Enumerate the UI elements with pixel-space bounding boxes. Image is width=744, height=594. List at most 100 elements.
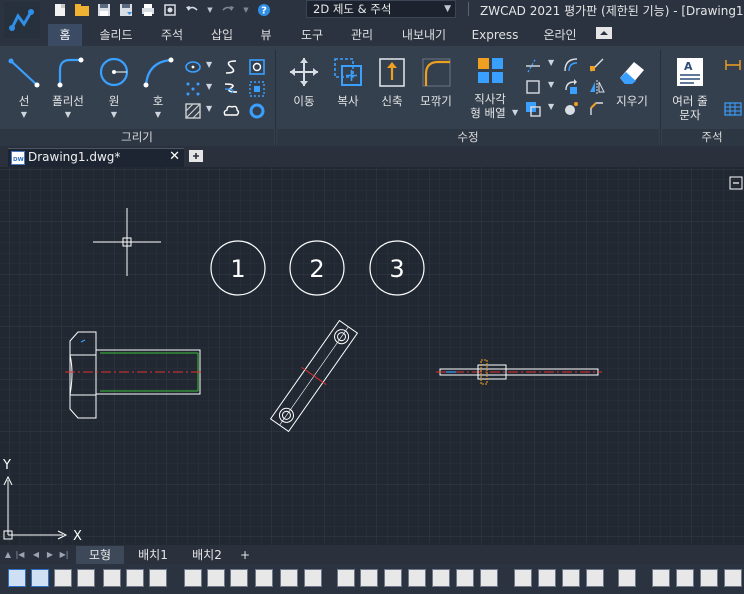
next-tab-icon[interactable]: ▶ [44,549,56,561]
scroll-up-icon[interactable]: ▲ [2,549,14,561]
new-tab-icon[interactable] [188,149,204,163]
osnap-node-icon[interactable] [255,569,273,587]
save-icon[interactable] [96,2,112,18]
polar-tracking-icon[interactable] [77,569,95,587]
helix-icon[interactable] [222,80,240,98]
move-button[interactable]: 이동 [282,52,326,124]
drawing-canvas[interactable]: 1 2 3 Y X [0,167,744,545]
chevron-down-icon[interactable]: ▼ [206,60,212,69]
mtext-button[interactable]: A 여러 줄 문자 [668,52,712,124]
dynamic-input-icon[interactable] [586,569,604,587]
table-icon[interactable] [724,100,742,118]
chevron-down-icon[interactable]: ▼ [548,80,554,89]
rectangular-array-button[interactable]: 직사각 형 배열 [468,52,512,124]
help-icon[interactable]: ? [256,2,272,18]
osnap-parallel-icon[interactable] [456,569,474,587]
ortho-mode-icon[interactable] [54,569,72,587]
plot-preview-icon[interactable] [162,2,178,18]
join-icon[interactable] [524,100,542,118]
boundary-icon[interactable] [248,80,266,98]
document-tab[interactable]: DWG Drawing1.dwg* ✕ [8,148,184,167]
tab-solid[interactable]: 솔리드 [90,24,142,46]
redo-dropdown-icon[interactable]: ▼ [242,2,250,18]
workspace-select[interactable]: 2D 제도 & 주석 ▼ [306,0,456,18]
ribbon-minimize-icon[interactable] [596,27,612,39]
tab-view[interactable]: 뷰 [252,24,280,46]
snap-tracking-icon[interactable] [126,569,144,587]
ellipse-icon[interactable] [184,58,202,76]
rotate-icon[interactable] [562,78,580,96]
osnap-perpendicular-icon[interactable] [360,569,378,587]
tab-tools[interactable]: 도구 [292,24,332,46]
revision-cloud-icon[interactable] [222,102,240,120]
offset-icon[interactable] [562,56,580,74]
stretch-button[interactable]: 신축 [370,52,414,124]
region-icon[interactable] [248,58,266,76]
trim-icon[interactable] [524,56,542,74]
osnap-nearest-icon[interactable] [408,569,426,587]
open-folder-icon[interactable] [74,2,90,18]
arc-button[interactable]: 호 ▼ [136,52,180,124]
close-icon[interactable]: ✕ [169,149,180,164]
tab-insert[interactable]: 삽입 [202,24,242,46]
point-icon[interactable] [184,80,202,98]
polyline-button[interactable]: 폴리선 ▼ [46,52,90,124]
hatch-icon[interactable] [184,102,202,120]
add-layout-button[interactable]: + [234,546,256,564]
selection-cycling-icon[interactable] [562,569,580,587]
workspace-switch-icon[interactable] [652,569,670,587]
lineweight-icon[interactable] [514,569,532,587]
grid-display-icon[interactable] [31,569,49,587]
chevron-down-icon[interactable]: ▼ [206,82,212,91]
erase-button[interactable]: 지우기 [610,52,654,124]
linear-dimension-icon[interactable] [724,56,742,74]
tab-export[interactable]: 내보내기 [394,24,454,46]
chevron-down-icon[interactable]: ▼ [548,102,554,111]
copy-button[interactable]: 복사 [326,52,370,124]
line-button[interactable]: 선 ▼ [2,52,46,124]
tab-home[interactable]: 홈 [48,24,82,46]
tab-express[interactable]: Express [468,24,522,46]
osnap-tangent-icon[interactable] [384,569,402,587]
chevron-down-icon[interactable]: ▼ [548,58,554,67]
explode-icon[interactable] [524,78,542,96]
scale-icon[interactable] [588,56,606,74]
osnap-insert-icon[interactable] [480,569,498,587]
app-logo-icon[interactable] [4,2,40,38]
prev-tab-icon[interactable]: ◀ [30,549,42,561]
undo-icon[interactable] [184,2,200,18]
osnap-midpoint-icon[interactable] [207,569,225,587]
layout-tab-1[interactable]: 배치1 [128,546,178,564]
undo-dropdown-icon[interactable]: ▼ [206,2,214,18]
spline-icon[interactable] [222,58,240,76]
layout-tab-2[interactable]: 배치2 [182,546,232,564]
isolate-objects-icon[interactable] [700,569,718,587]
osnap-center-icon[interactable] [230,569,248,587]
new-file-icon[interactable] [52,2,68,18]
print-icon[interactable] [140,2,156,18]
annotation-scale-icon[interactable] [618,569,636,587]
last-tab-icon[interactable]: ▶| [58,549,70,561]
tab-manage[interactable]: 관리 [342,24,382,46]
zoom-icon[interactable] [149,569,167,587]
first-tab-icon[interactable]: |◀ [14,549,26,561]
osnap-quadrant-icon[interactable] [280,569,298,587]
fillet-button[interactable]: 모깎기 [414,52,458,124]
snap-mode-icon[interactable] [8,569,26,587]
circle-button[interactable]: 원 ▼ [92,52,136,124]
save-as-icon[interactable] [118,2,134,18]
transparency-icon[interactable] [538,569,556,587]
clean-screen-icon[interactable] [724,569,742,587]
layout-tab-model[interactable]: 모형 [76,546,124,564]
chevron-down-icon[interactable]: ▼ [206,104,212,113]
donut-icon[interactable] [248,102,266,120]
chevron-down-icon[interactable]: ▼ [512,108,518,117]
tab-online[interactable]: 온라인 [536,24,584,46]
osnap-apparent-icon[interactable] [432,569,450,587]
osnap-intersection-icon[interactable] [304,569,322,587]
osnap-extension-icon[interactable] [337,569,355,587]
tab-annotate[interactable]: 주석 [152,24,192,46]
redo-icon[interactable] [220,2,236,18]
osnap-endpoint-icon[interactable] [184,569,202,587]
break-icon[interactable] [562,100,580,118]
